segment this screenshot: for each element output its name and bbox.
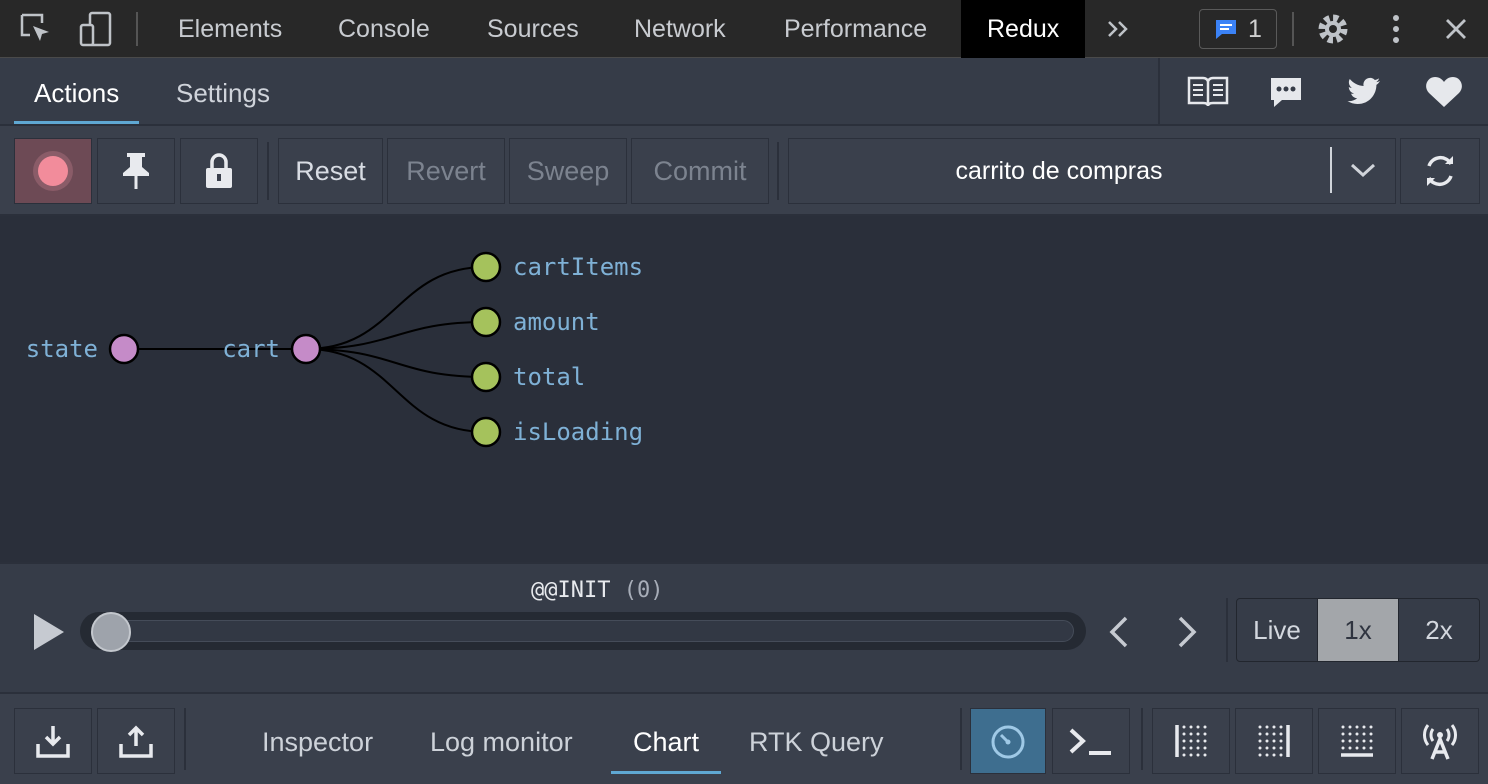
sweep-button[interactable]: Sweep xyxy=(509,138,627,204)
broadcast-icon xyxy=(1423,724,1457,760)
remote-button[interactable] xyxy=(1401,708,1479,774)
terminal-icon xyxy=(1069,728,1111,755)
node-label-isLoading: isLoading xyxy=(513,418,643,446)
device-toolbar-icon[interactable] xyxy=(76,8,116,50)
current-action-label: @@INIT (0) xyxy=(531,578,664,603)
monitor-tab-chart[interactable]: Chart xyxy=(610,694,722,774)
node-label-total: total xyxy=(513,363,585,391)
next-action-button[interactable] xyxy=(1172,614,1202,650)
tab-console[interactable]: Console xyxy=(338,0,430,58)
heart-icon[interactable] xyxy=(1422,72,1466,112)
message-icon xyxy=(1216,20,1237,39)
actions-toolbar: Reset Revert Sweep Commit carrito de com… xyxy=(0,126,1488,216)
close-icon[interactable] xyxy=(1436,8,1476,50)
commit-button[interactable]: Commit xyxy=(631,138,769,204)
node-label-cart: cart xyxy=(222,335,280,363)
instance-select-value: carrito de compras xyxy=(955,156,1163,185)
timeline-slider[interactable] xyxy=(80,612,1086,650)
node-total[interactable] xyxy=(470,361,502,393)
speed-live[interactable]: Live xyxy=(1237,599,1318,661)
import-icon xyxy=(36,726,70,758)
more-tabs-icon[interactable] xyxy=(1098,8,1138,50)
monitor-tab-inspector[interactable]: Inspector xyxy=(262,694,373,774)
import-button[interactable] xyxy=(14,708,92,774)
redux-header: Actions Settings xyxy=(0,58,1488,126)
node-label-cartItems: cartItems xyxy=(513,253,643,281)
play-button[interactable] xyxy=(30,612,66,652)
dock-right-icon xyxy=(1258,725,1290,757)
more-options-icon[interactable] xyxy=(1376,8,1416,50)
node-cart[interactable] xyxy=(290,333,322,365)
playback-speed-selector: Live 1x 2x xyxy=(1236,598,1480,662)
node-state[interactable] xyxy=(108,333,140,365)
tab-network[interactable]: Network xyxy=(634,0,726,58)
node-amount[interactable] xyxy=(470,306,502,338)
pin-button[interactable] xyxy=(97,138,175,204)
node-label-state: state xyxy=(26,335,98,363)
tab-performance[interactable]: Performance xyxy=(784,0,927,58)
dock-right-button[interactable] xyxy=(1235,708,1313,774)
sync-icon xyxy=(1427,155,1453,187)
monitor-tab-log-monitor[interactable]: Log monitor xyxy=(430,694,573,774)
reset-button[interactable]: Reset xyxy=(278,138,383,204)
chevron-right-icon xyxy=(1178,616,1197,648)
tab-redux[interactable]: Redux xyxy=(961,0,1086,58)
tab-settings[interactable]: Settings xyxy=(176,58,270,124)
dock-bottom-icon xyxy=(1341,725,1373,757)
play-icon xyxy=(34,614,64,650)
speed-1x[interactable]: 1x xyxy=(1318,599,1399,661)
lock-button[interactable] xyxy=(180,138,258,204)
dock-bottom-button[interactable] xyxy=(1318,708,1396,774)
previous-action-button[interactable] xyxy=(1104,614,1134,650)
chevron-left-icon xyxy=(1109,616,1128,648)
terminal-button[interactable] xyxy=(1052,708,1130,774)
chat-icon[interactable] xyxy=(1264,72,1308,112)
slider-monitor: @@INIT (0) Live 1x 2x xyxy=(0,562,1488,694)
lock-icon xyxy=(206,153,232,188)
tab-sources[interactable]: Sources xyxy=(487,0,579,58)
monitor-tab-rtk-query[interactable]: RTK Query xyxy=(749,694,884,774)
inspect-element-icon[interactable] xyxy=(16,8,56,50)
node-label-amount: amount xyxy=(513,308,600,336)
pin-icon xyxy=(123,153,149,189)
revert-button[interactable]: Revert xyxy=(387,138,505,204)
issues-badge[interactable]: 1 xyxy=(1199,9,1277,49)
export-icon xyxy=(119,725,153,758)
issues-count: 1 xyxy=(1248,14,1262,43)
dock-left-button[interactable] xyxy=(1152,708,1230,774)
slider-thumb[interactable] xyxy=(91,612,131,652)
sync-button[interactable] xyxy=(1400,138,1480,204)
export-button[interactable] xyxy=(97,708,175,774)
speed-2x[interactable]: 2x xyxy=(1399,599,1479,661)
record-button[interactable] xyxy=(14,138,92,204)
timer-button[interactable] xyxy=(970,708,1046,774)
state-tree-chart[interactable]: state cart cartItems amount total isLoad… xyxy=(0,216,1488,562)
gear-icon[interactable] xyxy=(1313,8,1353,50)
tab-elements[interactable]: Elements xyxy=(178,0,282,58)
node-isLoading[interactable] xyxy=(470,416,502,448)
devtools-toolbar: Elements Console Sources Network Perform… xyxy=(0,0,1488,58)
monitor-footer: Inspector Log monitor Chart RTK Query xyxy=(0,694,1488,784)
dock-left-icon xyxy=(1175,725,1207,757)
book-icon[interactable] xyxy=(1186,72,1230,112)
instance-select[interactable]: carrito de compras xyxy=(788,138,1396,204)
tab-actions[interactable]: Actions xyxy=(13,58,140,124)
twitter-icon[interactable] xyxy=(1342,72,1386,112)
node-cartItems[interactable] xyxy=(470,251,502,283)
chevron-down-icon xyxy=(1350,163,1376,178)
timer-icon xyxy=(991,725,1025,759)
record-icon xyxy=(33,151,73,191)
